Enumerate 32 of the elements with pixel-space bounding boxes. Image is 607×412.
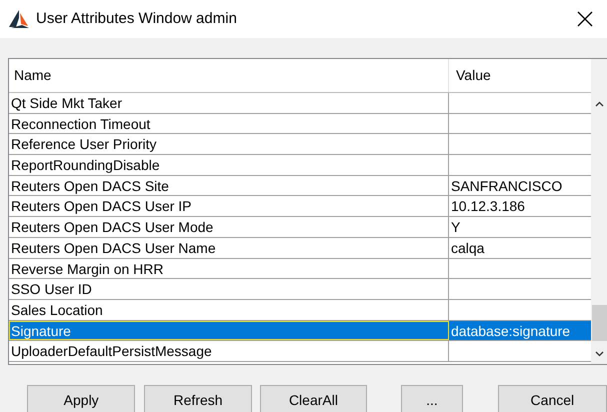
table-cell[interactable]: Y [449, 217, 591, 237]
table-cell[interactable]: Qt Side Mkt Taker [9, 93, 449, 113]
table-cell[interactable]: Reference User Priority [9, 134, 449, 154]
table-cell[interactable]: Reuters Open DACS User Name [9, 238, 449, 258]
table-cell[interactable]: 10.12.3.186 [449, 196, 591, 216]
column-header[interactable]: Value [449, 59, 591, 92]
window-title: User Attributes Window admin [36, 8, 237, 29]
table-cell[interactable]: database:signature [449, 320, 591, 340]
table-cell[interactable]: SANFRANCISCO [449, 176, 591, 196]
close-icon[interactable] [577, 11, 593, 27]
table-cell[interactable]: ReportRoundingDisable [9, 155, 449, 175]
dialog-button[interactable]: ClearAll [260, 385, 368, 412]
app-logo-icon [8, 9, 30, 29]
table-cell[interactable]: UploaderDefaultPersistMessage [9, 341, 449, 361]
scroll-down-icon[interactable] [595, 351, 604, 357]
table-cell[interactable]: Reconnection Timeout [9, 114, 449, 134]
scroll-up-icon[interactable] [595, 101, 604, 107]
dialog-button[interactable]: Apply [27, 385, 136, 412]
table-cell[interactable]: Reuters Open DACS User Mode [9, 217, 449, 237]
table-cell[interactable]: Reuters Open DACS Site [9, 176, 449, 196]
scrollbar[interactable] [591, 59, 607, 364]
dialog-button[interactable]: ... [401, 385, 463, 412]
table-cell[interactable]: Reuters Open DACS User IP [9, 196, 449, 216]
table-cell[interactable]: Reverse Margin on HRR [9, 258, 449, 278]
dialog-button[interactable]: Cancel [498, 385, 607, 412]
dialog-button[interactable]: Refresh [144, 385, 252, 412]
table-cell[interactable]: calqa [449, 238, 591, 258]
column-header[interactable]: Name [9, 59, 449, 92]
scroll-thumb[interactable] [592, 305, 607, 341]
table-cell[interactable]: Sales Location [9, 300, 449, 320]
table-cell[interactable]: SSO User ID [9, 279, 449, 299]
table-cell[interactable]: Signature [9, 320, 449, 340]
